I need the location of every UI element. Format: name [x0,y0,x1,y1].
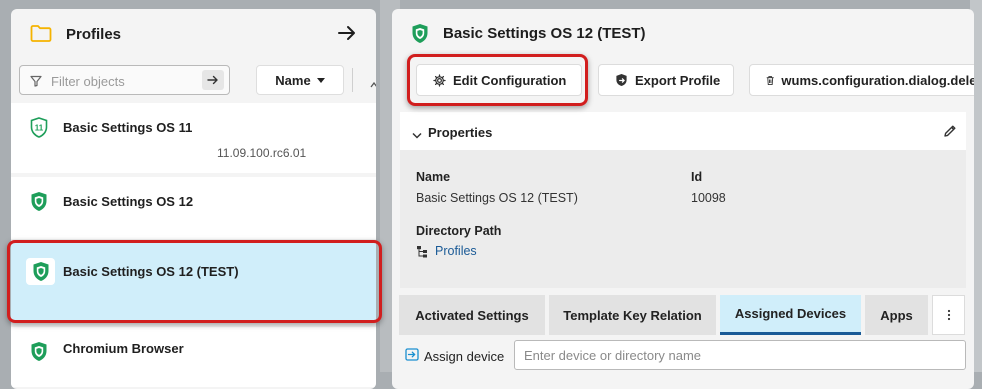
directory-path-link[interactable]: Profiles [435,244,477,258]
tab-activated-settings[interactable]: Activated Settings [399,295,545,335]
trash-icon [766,75,774,85]
properties-title: Properties [428,125,493,140]
properties-header[interactable]: Properties [400,112,966,150]
edit-configuration-button[interactable]: Edit Configuration [416,64,582,96]
tab-assigned-devices[interactable]: Assigned Devices [720,295,861,335]
edit-configuration-label: Edit Configuration [453,72,567,88]
tab-apps[interactable]: Apps [865,295,928,335]
tab-label: Apps [880,307,913,323]
id-label: Id [691,170,703,184]
shield-icon [411,23,429,49]
caret-down-icon [316,77,325,83]
properties-card: Properties Name Basic Settings OS 12 (TE… [400,112,966,288]
list-item[interactable]: Chromium Browser [11,327,376,387]
sort-label: Name [275,72,311,88]
arrow-right-icon [207,75,218,85]
kebab-icon [947,309,950,321]
list-item[interactable]: 11 Basic Settings OS 11 11.09.100.rc6.01 [11,103,376,173]
tree-icon [416,245,429,263]
svg-text:11: 11 [35,124,44,133]
directory-path-label: Directory Path [416,224,502,238]
arrow-right-icon[interactable] [337,23,357,48]
item-version: 11.09.100.rc6.01 [217,146,307,160]
gear-icon [433,73,446,87]
item-name: Basic Settings OS 11 [63,120,193,135]
name-label: Name [416,170,451,184]
list-item-selected[interactable]: Basic Settings OS 12 (TEST) [11,243,376,323]
sort-dropdown[interactable]: Name [256,65,344,95]
divider [352,68,353,92]
filter-input[interactable] [49,70,203,92]
chevron-down-icon[interactable] [412,126,422,144]
assign-device-label: Assign device [424,349,505,364]
filter-icon [30,74,42,92]
delete-button[interactable]: wums.configuration.dialog.delete [749,64,974,96]
shield-11-icon: 11 [30,117,48,143]
tab-label: Activated Settings [415,307,529,323]
tab-template-key-relation[interactable]: Template Key Relation [549,295,716,335]
shield-icon [26,258,55,285]
delete-label: wums.configuration.dialog.delete [781,72,974,88]
folder-icon [30,24,52,47]
shield-icon [30,341,48,367]
tab-label: Template Key Relation [563,307,702,323]
filter-box [19,65,230,95]
list-item[interactable]: Basic Settings OS 12 [11,177,376,239]
assign-device-icon [405,348,419,366]
tab-label: Assigned Devices [734,306,847,321]
profiles-header: Profiles [11,9,376,61]
more-tabs-button[interactable] [932,295,965,335]
detail-panel: Basic Settings OS 12 (TEST) Edit Configu… [392,9,974,389]
shield-export-icon [616,73,627,87]
filter-submit-button[interactable] [202,70,224,90]
shield-icon [30,191,48,217]
export-profile-button[interactable]: Export Profile [598,64,734,96]
page-title: Basic Settings OS 12 (TEST) [443,25,646,42]
assign-device-input[interactable] [514,340,966,370]
item-name: Basic Settings OS 12 [63,194,194,209]
name-value: Basic Settings OS 12 (TEST) [416,191,578,205]
item-name: Chromium Browser [63,341,184,356]
panel-title: Profiles [66,26,122,43]
export-profile-label: Export Profile [635,72,721,88]
pencil-icon[interactable] [943,124,957,143]
item-name: Basic Settings OS 12 (TEST) [63,264,239,279]
sort-direction-icon[interactable] [370,75,376,93]
tab-bar: Activated Settings Template Key Relation… [399,294,967,336]
profiles-panel: Profiles Name [11,9,376,389]
id-value: 10098 [691,191,726,205]
